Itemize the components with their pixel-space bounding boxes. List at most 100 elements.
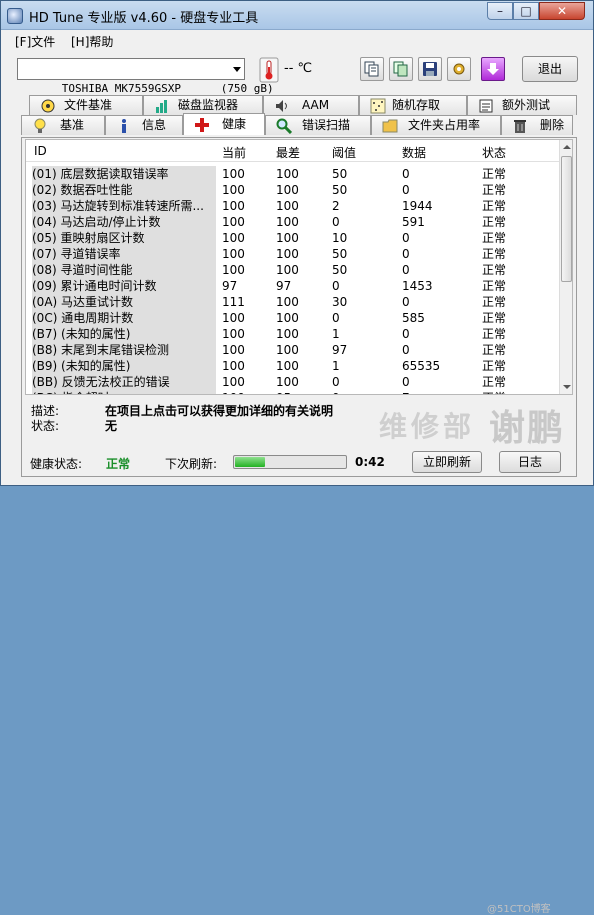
tab-aam[interactable]: AAM [263,95,359,115]
tab-health[interactable]: 健康 [183,113,265,135]
cell-worst: 100 [276,247,299,261]
cell-threshold: 2 [332,199,340,213]
options-button[interactable] [447,57,471,81]
tab-label: 信息 [142,118,167,132]
menu-bar: [F]文件 [H]帮助 [1,30,593,51]
table-scrollbar[interactable] [559,140,572,394]
cell-data: 0 [402,231,410,245]
random-access-icon [370,98,386,114]
title-bar[interactable]: HD Tune 专业版 v4.60 - 硬盘专业工具 – □ ✕ [1,1,593,30]
tab-file-benchmark[interactable]: 文件基准 [29,95,143,115]
table-row[interactable]: (B8) 末尾到末尾错误检测 100 100 97 0 正常 [26,342,559,358]
cell-current: 100 [222,167,245,181]
copy-screenshot-icon [393,61,408,77]
table-row[interactable]: (09) 累计通电时间计数 97 97 0 1453 正常 [26,278,559,294]
status-bar: 健康状态: 正常 下次刷新: 0:42 立即刷新 日志 @51CTO博客 [1,447,593,915]
cell-threshold: 50 [332,263,348,277]
scroll-up-icon[interactable] [563,145,571,149]
cell-current: 100 [222,183,245,197]
cell-attribute-name: (08) 寻道时间性能 [32,262,216,278]
cell-worst: 100 [276,295,299,309]
cell-current: 100 [222,311,245,325]
header-data[interactable]: 数据 [402,144,426,161]
health-status-value: 正常 [106,457,131,471]
scroll-thumb[interactable] [561,156,572,282]
close-button[interactable]: ✕ [539,2,585,20]
watermark-text-b: 谢鹏 [489,408,566,449]
scroll-down-icon[interactable] [563,385,571,389]
table-row[interactable]: (03) 马达旋转到标准转速所需... 100 100 2 1944 正常 [26,198,559,214]
table-row[interactable]: (04) 马达启动/停止计数 100 100 0 591 正常 [26,214,559,230]
cell-data: 0 [402,327,410,341]
chevron-down-icon[interactable] [233,67,241,72]
attribute-name-text: (0A) 马达重试计数 [32,295,134,309]
cell-worst: 100 [276,231,299,245]
tab-random-access[interactable]: 随机存取 [359,95,467,115]
table-row[interactable]: (01) 底层数据读取错误率 100 100 50 0 正常 [26,166,559,182]
save-button[interactable] [418,57,442,81]
cell-attribute-name: (BB) 反馈无法校正的错误 [32,374,216,390]
header-threshold[interactable]: 阈值 [332,144,356,161]
folder-icon [382,119,398,133]
log-button[interactable]: 日志 [499,451,561,473]
save-icon [423,62,437,76]
trash-icon [514,120,526,133]
info-icon [122,119,126,133]
menu-help[interactable]: [H]帮助 [71,33,113,50]
cell-current: 100 [222,343,245,357]
watermark-corner: @51CTO博客 [487,904,551,915]
attribute-name-text: (BB) 反馈无法校正的错误 [32,375,170,389]
maximize-button[interactable]: □ [513,2,539,20]
minimize-button[interactable]: – [487,2,513,20]
header-status[interactable]: 状态 [482,144,506,161]
cell-status: 正常 [482,375,507,389]
drive-dropdown[interactable]: TOSHIBA MK7559GSXP (750 gB) [17,58,274,95]
attribute-name-text: (B9) (未知的属性) [32,359,131,373]
exit-button[interactable]: 退出 [522,56,578,82]
cell-threshold: 1 [332,327,340,341]
table-header: ID 当前 最差 阈值 数据 状态 [26,140,559,162]
download-button[interactable] [481,57,505,81]
table-row[interactable]: (0C) 通电周期计数 100 100 0 585 正常 [26,310,559,326]
cell-data: 65535 [402,359,441,373]
copy-text-button[interactable] [360,57,384,81]
state-label: 状态: [31,419,60,433]
tab-folder-usage[interactable]: 文件夹占用率 [371,115,501,135]
tab-extra-tests[interactable]: 额外测试 [467,95,577,115]
tab-erase[interactable]: 删除 [501,115,573,135]
table-row[interactable]: (05) 重映射扇区计数 100 100 10 0 正常 [26,230,559,246]
table-row[interactable]: (0A) 马达重试计数 111 100 30 0 正常 [26,294,559,310]
cell-threshold: 0 [332,375,340,389]
drive-dropdown-value: TOSHIBA MK7559GSXP (750 gB) [61,82,274,95]
table-row[interactable]: (BC) 指令超时 100 95 0 7 正常 [26,390,559,394]
tab-disk-monitor[interactable]: 磁盘监视器 [143,95,263,115]
table-row[interactable]: (08) 寻道时间性能 100 100 50 0 正常 [26,262,559,278]
hdtune-app-icon [7,8,23,24]
smart-table[interactable]: ID 当前 最差 阈值 数据 状态 (01) 底层数据读取错误率 100 100 50… [25,139,573,395]
temperature-readout: -- ℃ [284,61,313,76]
table-row[interactable]: (B7) (未知的属性) 100 100 1 0 正常 [26,326,559,342]
table-row[interactable]: (02) 数据吞吐性能 100 100 50 0 正常 [26,182,559,198]
table-row[interactable]: (B9) (未知的属性) 100 100 1 65535 正常 [26,358,559,374]
cell-attribute-name: (04) 马达启动/停止计数 [32,214,216,230]
cell-status: 正常 [482,263,507,277]
header-id[interactable]: ID [34,144,47,158]
tab-info[interactable]: 信息 [105,115,183,135]
cell-status: 正常 [482,311,507,325]
header-current[interactable]: 当前 [222,144,246,161]
table-row[interactable]: (BB) 反馈无法校正的错误 100 100 0 0 正常 [26,374,559,390]
cell-attribute-name: (02) 数据吞吐性能 [32,182,216,198]
copy-screenshot-button[interactable] [389,57,413,81]
menu-file[interactable]: [F]文件 [15,33,55,50]
refresh-now-button[interactable]: 立即刷新 [412,451,482,473]
cell-threshold: 0 [332,390,340,394]
tab-error-scan[interactable]: 错误扫描 [265,115,371,135]
cell-data: 1944 [402,199,433,213]
header-worst[interactable]: 最差 [276,144,300,161]
cell-attribute-name: (B9) (未知的属性) [32,358,216,374]
cell-status: 正常 [482,295,507,309]
cell-worst: 100 [276,343,299,357]
table-row[interactable]: (07) 寻道错误率 100 100 50 0 正常 [26,246,559,262]
cell-attribute-name: (09) 累计通电时间计数 [32,278,216,294]
tab-benchmark[interactable]: 基准 [21,115,105,135]
